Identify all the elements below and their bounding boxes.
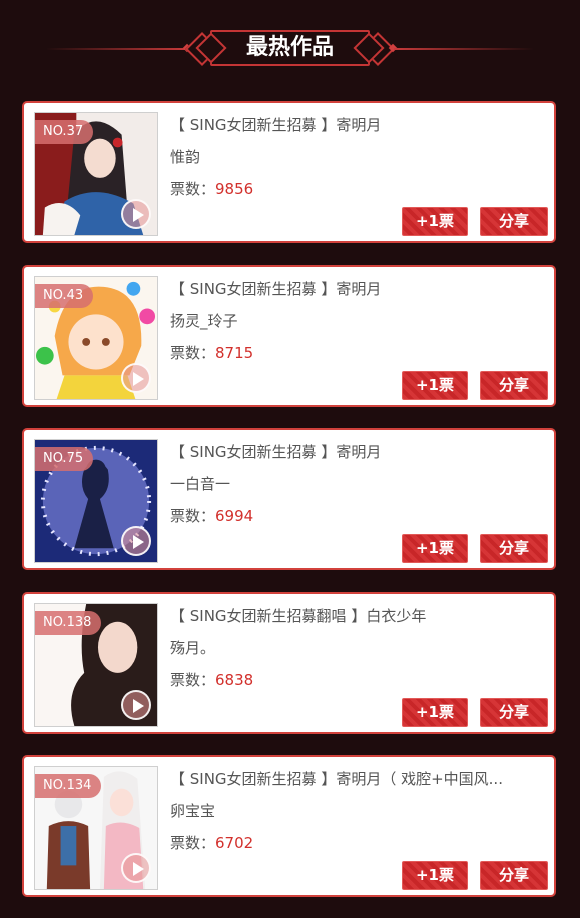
vote-button[interactable]: +1票 (402, 371, 468, 400)
song-title[interactable]: 【 SING女团新生招募 】寄明月 (170, 278, 542, 299)
share-button[interactable]: 分享 (480, 371, 548, 400)
song-title[interactable]: 【 SING女团新生招募 】寄明月 (170, 441, 542, 462)
work-card: NO.134 【 SING女团新生招募 】寄明月（ 戏腔+中国风... 卵宝宝 … (22, 755, 556, 897)
share-button[interactable]: 分享 (480, 861, 548, 890)
votes-number: 6994 (215, 507, 254, 525)
votes-number: 9856 (215, 180, 254, 198)
votes-label: 票数： (170, 344, 216, 362)
votes-label: 票数： (170, 834, 216, 852)
vote-count: 票数：6994 (170, 505, 253, 526)
singer-name: 一白音一 (170, 475, 231, 493)
rank-badge: NO.138 (35, 611, 102, 635)
share-button[interactable]: 分享 (480, 207, 548, 236)
song-title[interactable]: 【 SING女团新生招募翻唱 】白衣少年 (170, 605, 542, 626)
vote-button[interactable]: +1票 (402, 861, 468, 890)
work-card: NO.138 【 SING女团新生招募翻唱 】白衣少年 殇月。 票数：6838 … (22, 592, 556, 734)
rank-badge: NO.37 (35, 120, 94, 144)
vote-count: 票数：6838 (170, 669, 253, 690)
vote-count: 票数：6702 (170, 832, 253, 853)
section-title: 最热作品 (210, 30, 370, 66)
work-card: NO.37 【 SING女团新生招募 】寄明月 惟韵 票数：9856 +1票 分… (22, 101, 556, 243)
work-card: NO.43 【 SING女团新生招募 】寄明月 扬灵_玲子 票数：8715 +1… (22, 265, 556, 407)
work-thumbnail[interactable]: NO.75 (34, 439, 158, 563)
play-icon[interactable] (121, 690, 151, 720)
share-button[interactable]: 分享 (480, 698, 548, 727)
share-button[interactable]: 分享 (480, 534, 548, 563)
header-divider-left (46, 48, 186, 50)
rank-badge: NO.43 (35, 284, 94, 308)
play-icon[interactable] (121, 363, 151, 393)
song-title[interactable]: 【 SING女团新生招募 】寄明月 (170, 114, 542, 135)
vote-count: 票数：8715 (170, 342, 253, 363)
work-thumbnail[interactable]: NO.43 (34, 276, 158, 400)
vote-count: 票数：9856 (170, 178, 253, 199)
vote-button[interactable]: +1票 (402, 698, 468, 727)
play-icon[interactable] (121, 853, 151, 883)
vote-button[interactable]: +1票 (402, 534, 468, 563)
singer-name: 卵宝宝 (170, 802, 216, 820)
section-header: 最热作品 (0, 26, 580, 72)
work-thumbnail[interactable]: NO.138 (34, 603, 158, 727)
vote-button[interactable]: +1票 (402, 207, 468, 236)
song-title[interactable]: 【 SING女团新生招募 】寄明月（ 戏腔+中国风... (170, 768, 542, 789)
work-thumbnail[interactable]: NO.37 (34, 112, 158, 236)
votes-label: 票数： (170, 671, 216, 689)
play-icon[interactable] (121, 199, 151, 229)
singer-name: 殇月。 (170, 639, 216, 657)
votes-label: 票数： (170, 507, 216, 525)
header-divider-right (394, 48, 534, 50)
singer-name: 惟韵 (170, 148, 201, 166)
work-thumbnail[interactable]: NO.134 (34, 766, 158, 890)
play-icon[interactable] (121, 526, 151, 556)
votes-number: 6838 (215, 671, 254, 689)
rank-badge: NO.75 (35, 447, 94, 471)
votes-number: 8715 (215, 344, 254, 362)
votes-number: 6702 (215, 834, 254, 852)
rank-badge: NO.134 (35, 774, 102, 798)
singer-name: 扬灵_玲子 (170, 312, 238, 330)
votes-label: 票数： (170, 180, 216, 198)
work-card: NO.75 【 SING女团新生招募 】寄明月 一白音一 票数：6994 +1票… (22, 428, 556, 570)
